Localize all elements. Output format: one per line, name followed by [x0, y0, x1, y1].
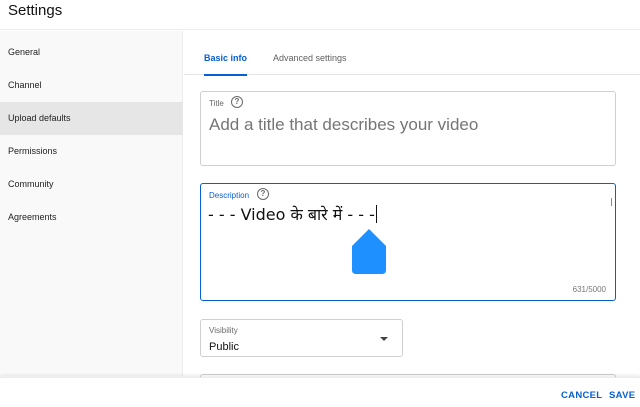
- tab-advanced-settings[interactable]: Advanced settings: [273, 31, 347, 75]
- description-field[interactable]: Description ? - - - Video के बारे में - …: [200, 183, 616, 301]
- description-label: Description: [209, 191, 250, 200]
- dialog-footer: CANCEL SAVE: [0, 377, 640, 407]
- sidebar-item-agreements[interactable]: Agreements: [0, 201, 183, 234]
- scrollbar-mark: [611, 198, 612, 206]
- tab-basic-info[interactable]: Basic info: [204, 31, 248, 76]
- title-input[interactable]: [209, 114, 609, 136]
- tab-bar: Basic info Advanced settings: [184, 31, 640, 76]
- description-input[interactable]: - - - Video के बारे में - - -: [208, 203, 377, 225]
- title-label: Title: [209, 99, 224, 108]
- title-field[interactable]: Title ?: [200, 91, 616, 166]
- cancel-button[interactable]: CANCEL: [561, 378, 602, 407]
- dialog-title: Settings: [8, 2, 63, 19]
- character-counter: 631/5000: [572, 285, 606, 294]
- settings-dialog: Settings General Channel Upload defaults…: [0, 0, 640, 407]
- help-circle-icon[interactable]: ?: [231, 96, 243, 108]
- sidebar-item-community[interactable]: Community: [0, 168, 183, 201]
- help-circle-icon[interactable]: ?: [257, 188, 269, 200]
- save-button[interactable]: SAVE: [609, 378, 635, 407]
- text-selection-handle-icon[interactable]: [352, 229, 386, 274]
- description-text: - - - Video के बारे में - - -: [208, 205, 375, 224]
- sidebar-item-upload-defaults[interactable]: Upload defaults: [0, 102, 183, 135]
- chevron-down-icon: [380, 337, 388, 341]
- sidebar-item-channel[interactable]: Channel: [0, 69, 183, 102]
- settings-sidebar: General Channel Upload defaults Permissi…: [0, 31, 183, 376]
- visibility-label: Visibility: [209, 326, 238, 335]
- sidebar-item-permissions[interactable]: Permissions: [0, 135, 183, 168]
- dialog-header: Settings: [0, 0, 640, 30]
- visibility-value: Public: [209, 341, 239, 353]
- text-caret: [375, 205, 377, 223]
- visibility-dropdown[interactable]: Visibility Public: [200, 319, 403, 357]
- sidebar-item-general[interactable]: General: [0, 36, 183, 69]
